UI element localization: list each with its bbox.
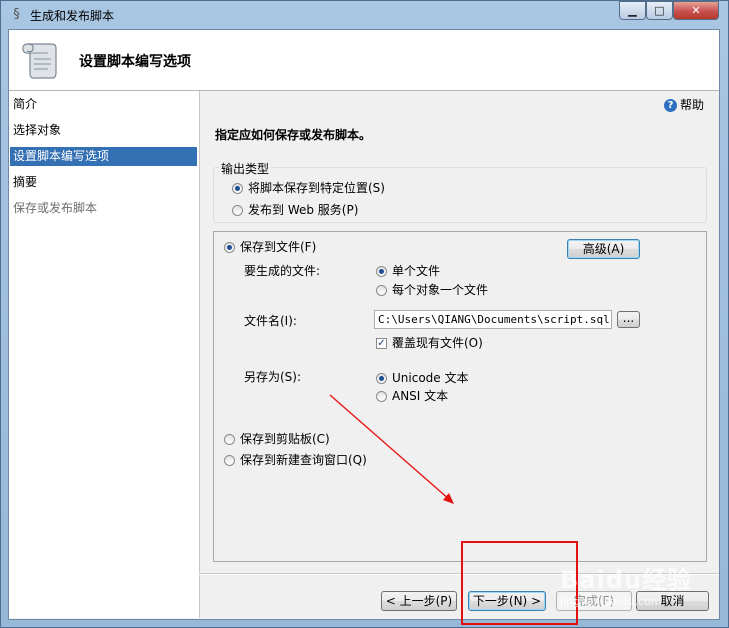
overwrite-checkbox[interactable]: ✓ 覆盖现有文件(O) bbox=[376, 334, 483, 351]
radio-save-to-file[interactable]: 保存到文件(F) bbox=[224, 238, 316, 255]
radio-button[interactable] bbox=[224, 242, 235, 253]
radio-label: 将脚本保存到特定位置(S) bbox=[248, 181, 385, 195]
watermark-subtext: jingyan.baidu.com bbox=[560, 595, 662, 608]
wizard-nav bbox=[9, 91, 200, 618]
radio-save-to-clipboard[interactable]: 保存到剪贴板(C) bbox=[224, 430, 330, 447]
scroll-icon bbox=[22, 43, 57, 79]
nav-item-intro[interactable]: 简介 bbox=[10, 95, 197, 114]
radio-button[interactable] bbox=[224, 455, 235, 466]
browse-button[interactable]: ... bbox=[617, 311, 640, 328]
nav-item-scripting-options[interactable]: 设置脚本编写选项 bbox=[10, 147, 197, 166]
advanced-button[interactable]: 高级(A) bbox=[567, 239, 640, 259]
scroll-icon: § bbox=[13, 7, 20, 22]
maximize-button[interactable]: □ bbox=[646, 1, 673, 20]
radio-button[interactable] bbox=[376, 285, 387, 296]
radio-label: 发布到 Web 服务(P) bbox=[248, 203, 359, 217]
page-title: 设置脚本编写选项 bbox=[79, 54, 191, 70]
baidu-watermark: Baidu经验 jingyan.baidu.com bbox=[560, 560, 692, 608]
radio-single-file[interactable]: 单个文件 bbox=[376, 262, 440, 279]
radio-save-to-query-window[interactable]: 保存到新建查询窗口(Q) bbox=[224, 451, 367, 468]
radio-button[interactable] bbox=[376, 391, 387, 402]
radio-label: 每个对象一个文件 bbox=[392, 283, 489, 297]
radio-button[interactable] bbox=[376, 266, 387, 277]
radio-unicode[interactable]: Unicode 文本 bbox=[376, 369, 468, 386]
close-button[interactable]: ✕ bbox=[673, 1, 719, 20]
radio-label: 保存到新建查询窗口(Q) bbox=[240, 453, 367, 467]
save-as-label: 另存为(S): bbox=[244, 370, 302, 384]
radio-publish-web[interactable]: 发布到 Web 服务(P) bbox=[232, 201, 358, 218]
radio-button[interactable] bbox=[376, 373, 387, 384]
checkbox-label: 覆盖现有文件(O) bbox=[392, 336, 483, 350]
radio-button[interactable] bbox=[232, 183, 243, 194]
minimize-button[interactable]: ▁ bbox=[619, 1, 646, 20]
files-to-generate-label: 要生成的文件: bbox=[244, 264, 321, 278]
file-name-label: 文件名(I): bbox=[244, 314, 297, 328]
instruction-text: 指定应如何保存或发布脚本。 bbox=[215, 128, 372, 142]
radio-file-per-object[interactable]: 每个对象一个文件 bbox=[376, 281, 488, 298]
radio-button[interactable] bbox=[224, 434, 235, 445]
window-title: 生成和发布脚本 bbox=[30, 9, 115, 23]
nav-item-save-or-publish: 保存或发布脚本 bbox=[13, 201, 98, 215]
radio-button[interactable] bbox=[232, 205, 243, 216]
nav-item-summary[interactable]: 摘要 bbox=[10, 173, 197, 192]
help-link[interactable]: ? 帮助 bbox=[664, 96, 704, 113]
help-label: 帮助 bbox=[680, 98, 705, 112]
radio-label: ANSI 文本 bbox=[392, 389, 449, 403]
output-type-label: 输出类型 bbox=[219, 160, 272, 177]
nav-item-select-objects[interactable]: 选择对象 bbox=[10, 121, 197, 140]
radio-ansi[interactable]: ANSI 文本 bbox=[376, 387, 448, 404]
radio-label: 单个文件 bbox=[392, 264, 441, 278]
help-icon: ? bbox=[664, 99, 677, 112]
radio-label: 保存到剪贴板(C) bbox=[240, 432, 330, 446]
previous-button[interactable]: < 上一步(P) bbox=[381, 591, 457, 611]
radio-label: Unicode 文本 bbox=[392, 371, 469, 385]
radio-save-to-location[interactable]: 将脚本保存到特定位置(S) bbox=[232, 179, 385, 196]
radio-label: 保存到文件(F) bbox=[240, 240, 317, 254]
file-name-input[interactable]: C:\Users\QIANG\Documents\script.sql bbox=[374, 310, 612, 329]
watermark-text: Baidu经验 bbox=[560, 566, 692, 594]
checkbox[interactable]: ✓ bbox=[376, 338, 387, 349]
